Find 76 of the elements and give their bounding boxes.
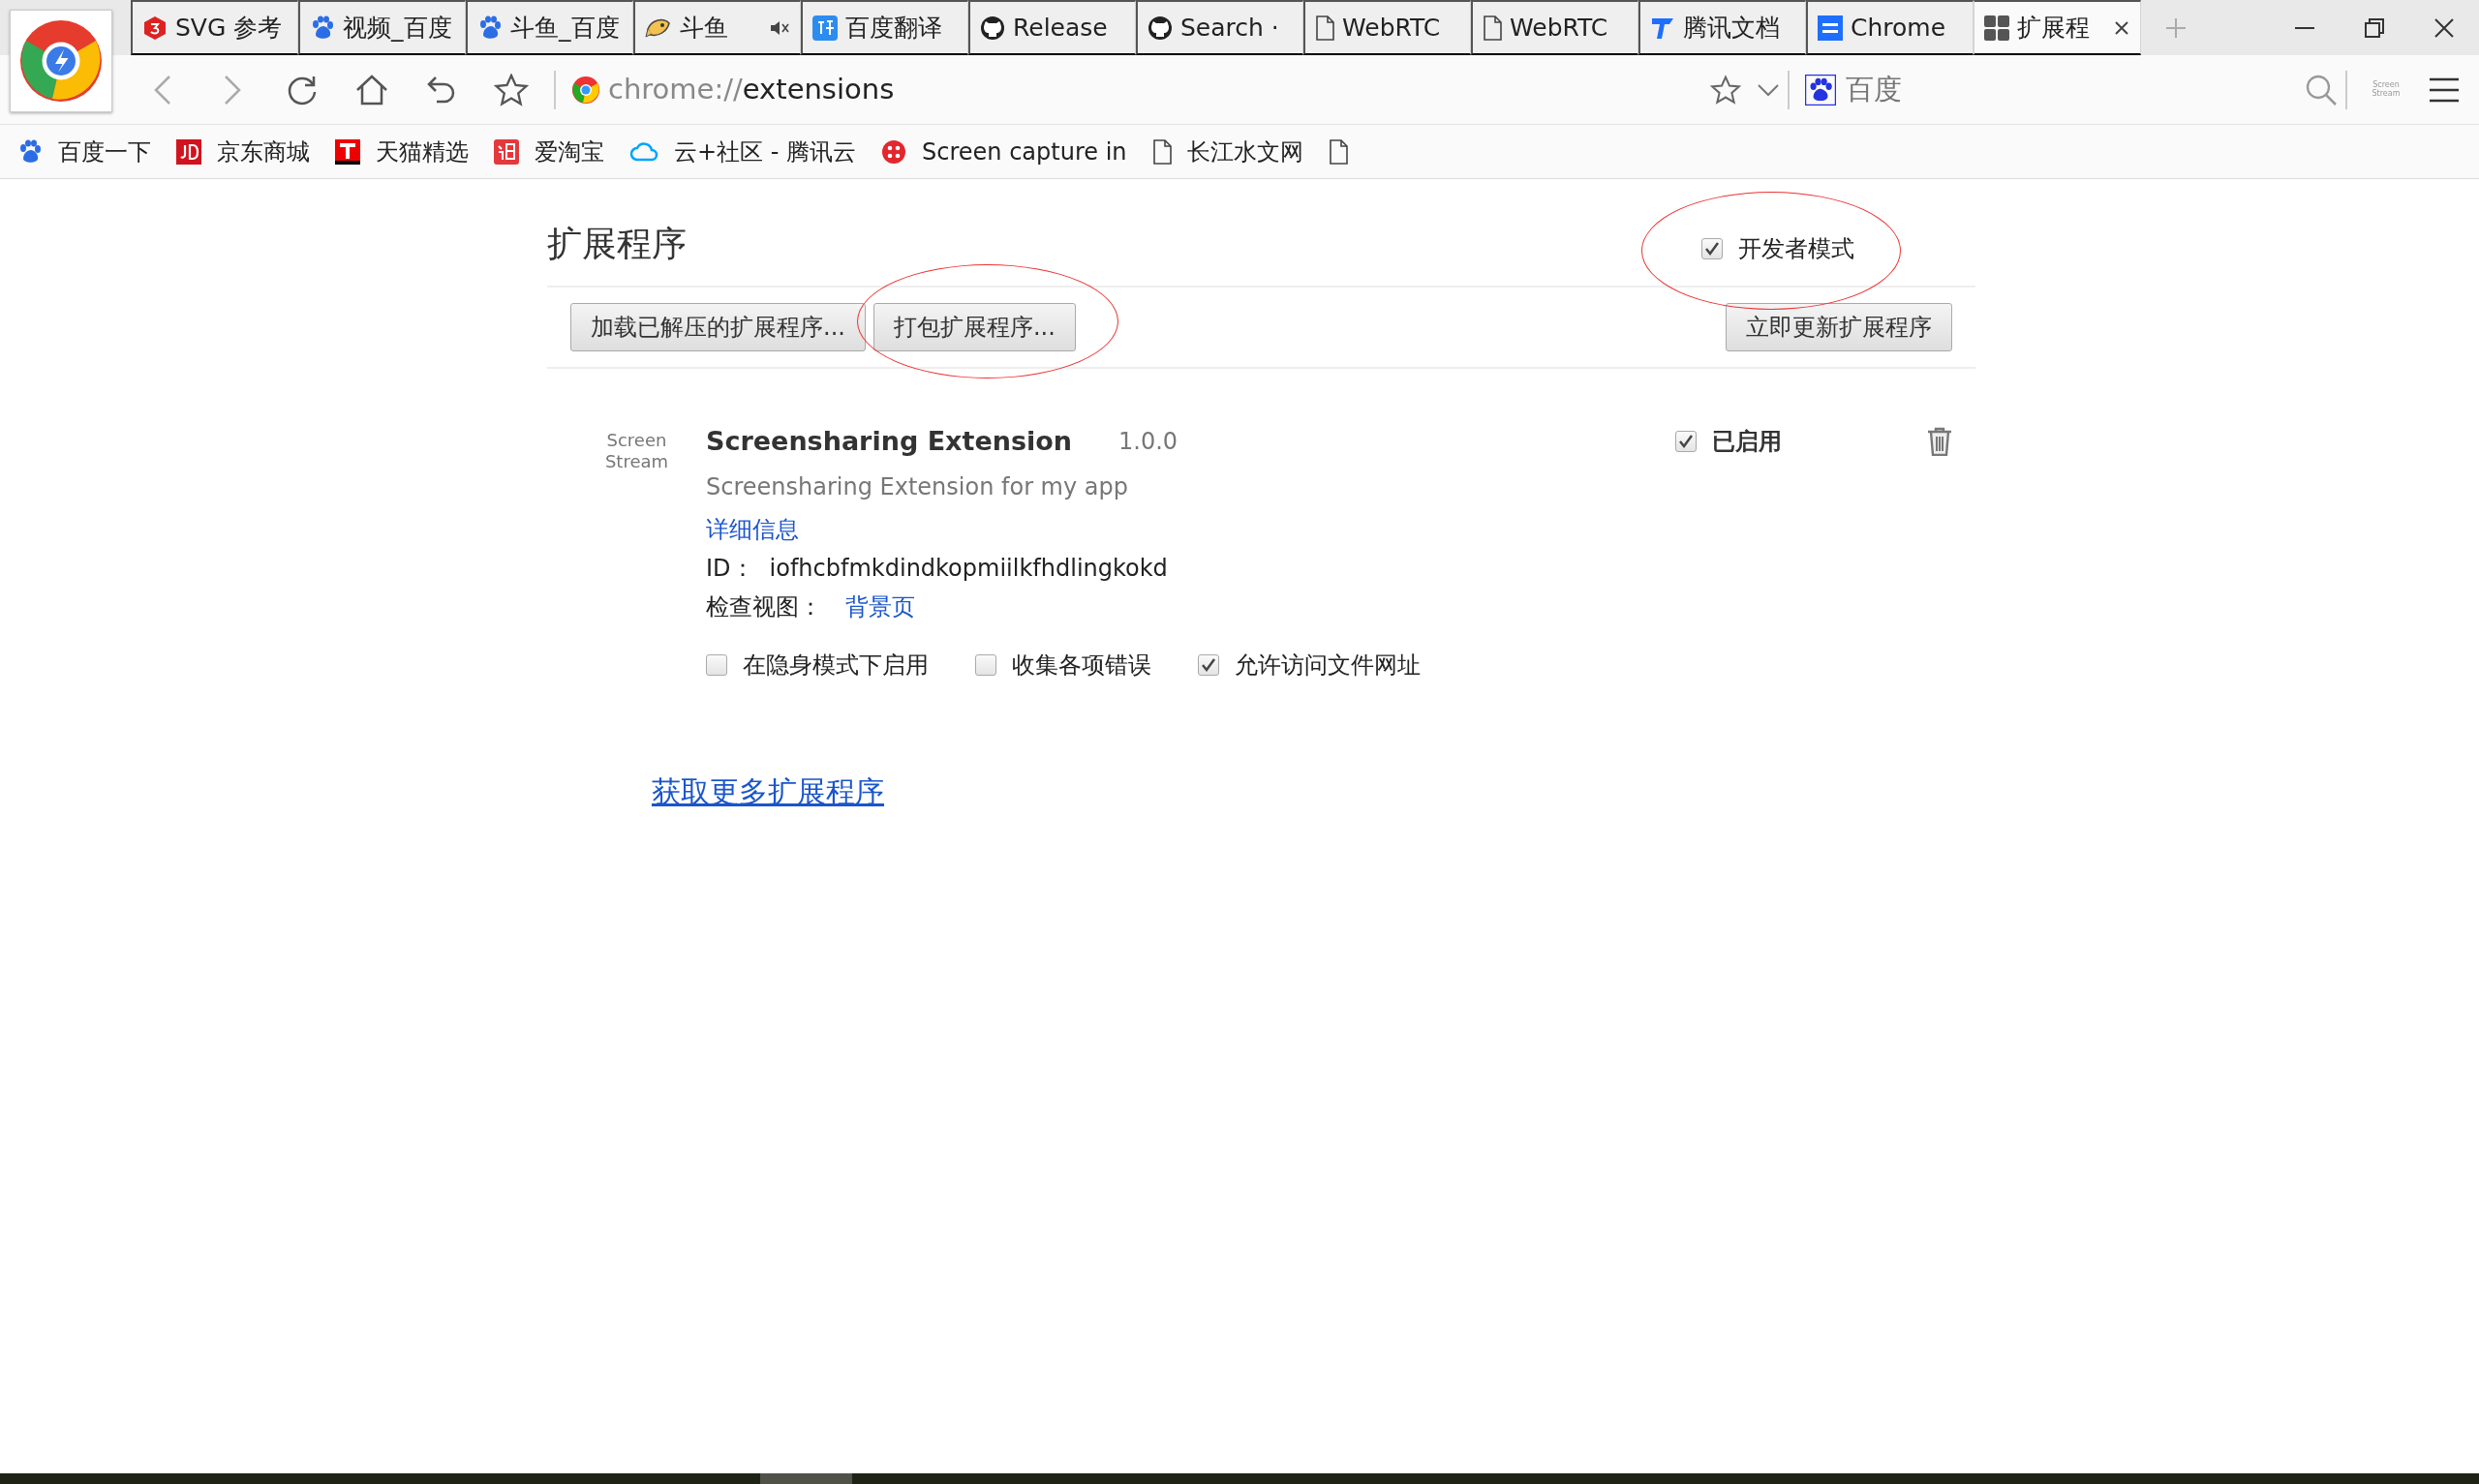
extension-description: Screensharing Extension for my app <box>706 471 1129 502</box>
jd-logo-icon <box>176 138 201 165</box>
extension-icon-text: Screen Stream <box>603 429 670 473</box>
url-text[interactable]: chrome://extensions <box>608 68 895 111</box>
dots-circle-icon <box>881 138 907 165</box>
close-icon[interactable] <box>2113 18 2130 37</box>
cat-silhouette-icon <box>980 15 1005 41</box>
paw-icon <box>477 15 503 41</box>
home-icon[interactable] <box>354 73 389 106</box>
cloud-icon <box>629 140 658 163</box>
page-title: 扩展程序 <box>547 223 687 265</box>
paw-icon <box>1805 74 1836 106</box>
browser-logo[interactable] <box>10 10 112 112</box>
version-text: 1.0.0 <box>1118 427 1178 458</box>
browser-tab[interactable]: WebRTC <box>1471 0 1638 55</box>
bookmark[interactable]: Screen capture in <box>881 134 1139 169</box>
checkbox-label: 已启用 <box>1712 427 1782 458</box>
action-button[interactable]: 加载已解压的扩展程序... <box>570 303 866 351</box>
close-icon[interactable] <box>2433 15 2456 40</box>
browser-tab[interactable]: Chrome <box>1806 0 1974 55</box>
details-link[interactable]: 详细信息 <box>706 515 799 543</box>
t-logo-icon <box>335 138 360 165</box>
checkbox-label: 开发者模式 <box>1738 234 1854 264</box>
extension-id: iofhcbfmkdindkopmiilkfhdlingkokd <box>769 553 1168 584</box>
star-icon[interactable] <box>494 73 529 106</box>
document-icon <box>1315 15 1334 41</box>
search-icon[interactable] <box>2305 73 2338 106</box>
developer-mode-checkbox[interactable] <box>1701 238 1723 259</box>
checkbox-label: 收集各项错误 <box>1012 650 1151 681</box>
paw-icon <box>310 15 335 41</box>
grid-icon <box>1984 15 2009 41</box>
action-button[interactable]: 打包扩展程序... <box>872 303 1076 351</box>
search-field[interactable]: 百度 <box>1844 67 2289 112</box>
browser-tab[interactable]: 视频_百度 <box>298 0 466 55</box>
bookmark[interactable]: 爱淘宝 <box>494 134 616 169</box>
bookmark[interactable]: 长江水文网 <box>1151 134 1315 169</box>
browser-tab[interactable]: 斗鱼 <box>633 0 801 55</box>
translate-icon <box>812 15 838 41</box>
cat-silhouette-icon <box>1148 15 1173 41</box>
document-icon <box>1328 138 1348 165</box>
lines-icon <box>1818 15 1843 41</box>
browser-tab[interactable]: Release <box>968 0 1136 55</box>
browser-tab[interactable]: 腾讯文档 <box>1638 0 1806 55</box>
more-extensions-link[interactable]: 获取更多扩展程序 <box>652 773 884 808</box>
browser-tab[interactable]: 百度翻译 <box>801 0 968 55</box>
checkbox-label: 允许访问文件网址 <box>1235 650 1421 681</box>
option-checkbox[interactable] <box>706 653 727 676</box>
browser-tab[interactable]: 斗鱼_百度 <box>466 0 633 55</box>
restore-icon[interactable] <box>2363 15 2386 40</box>
bookmark[interactable]: 京东商城 <box>176 134 321 169</box>
browser-tab[interactable]: Search · <box>1136 0 1303 55</box>
option-checkbox[interactable] <box>1198 653 1219 676</box>
paw-icon <box>17 138 43 165</box>
extension-name: Screensharing Extension <box>706 425 1073 458</box>
action-button[interactable]: 立即更新扩展程序 <box>1726 303 1952 351</box>
browser-tab[interactable]: WebRTC <box>1303 0 1471 55</box>
caret-icon[interactable] <box>1757 81 1780 98</box>
taobao-logo-icon <box>494 138 519 165</box>
document-icon <box>1483 15 1502 41</box>
browser-tab[interactable]: 扩展程 <box>1974 0 2141 55</box>
star-icon[interactable] <box>1710 74 1741 106</box>
checkbox-label: 在隐身模式下启用 <box>743 650 929 681</box>
bookmark[interactable]: 天猫精选 <box>335 134 480 169</box>
document-icon <box>1151 138 1172 165</box>
hexagon-logo-icon <box>142 15 168 41</box>
id-label: ID： <box>706 553 754 584</box>
enabled-checkbox[interactable] <box>1675 431 1697 453</box>
background-page-link[interactable]: 背景页 <box>845 589 915 624</box>
menu-icon[interactable] <box>2428 76 2461 104</box>
chrome-logo-icon <box>571 75 600 105</box>
option-checkbox[interactable] <box>975 653 996 676</box>
trash-icon[interactable] <box>1927 427 1952 457</box>
inspect-views-label: 检查视图： <box>706 591 822 622</box>
bookmark[interactable]: 百度一下 <box>17 134 163 169</box>
browser-tab[interactable]: SVG 参考 <box>131 0 298 55</box>
bookmark[interactable]: 云+社区 - 腾讯云 <box>629 134 869 169</box>
